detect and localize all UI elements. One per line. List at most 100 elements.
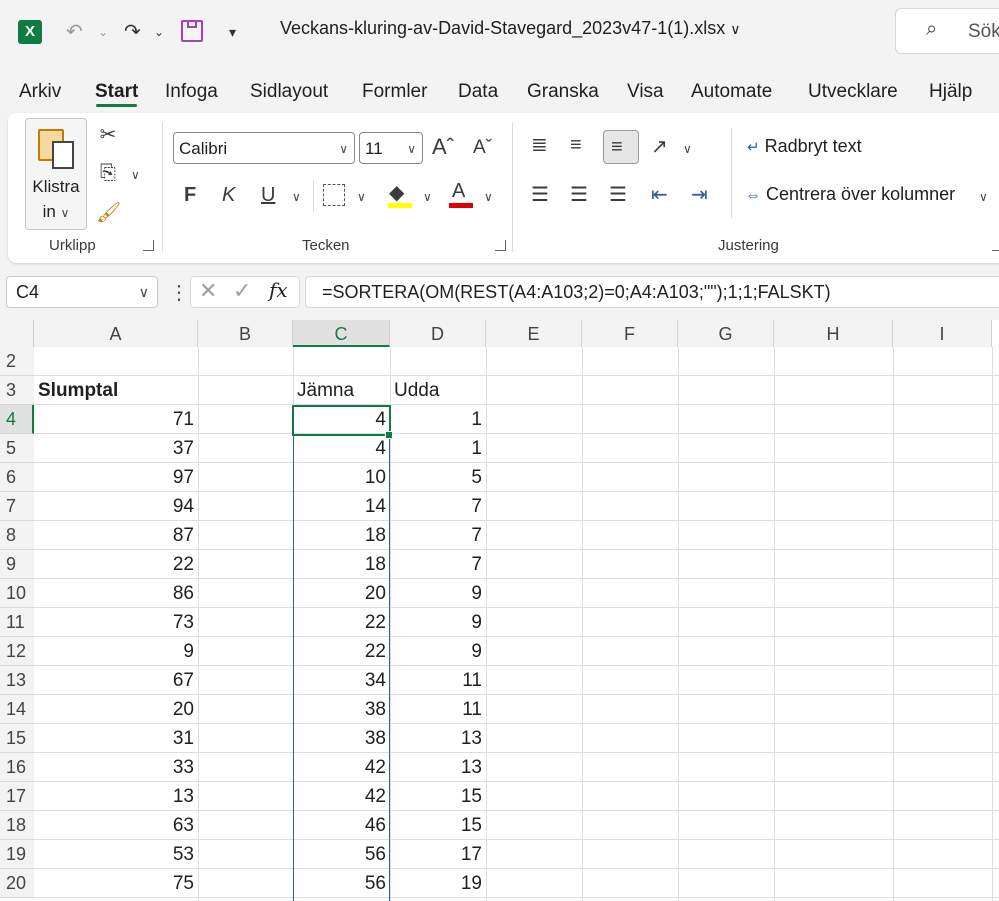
column-header-d[interactable]: D xyxy=(390,320,486,347)
row-header-5[interactable]: 5 xyxy=(0,434,34,463)
tab-granska[interactable]: Granska xyxy=(527,78,599,106)
cell-c13[interactable]: 34 xyxy=(293,666,390,695)
cell-c15[interactable]: 38 xyxy=(293,724,390,753)
cell-a13[interactable]: 67 xyxy=(34,666,198,695)
select-all-corner[interactable] xyxy=(0,320,34,347)
cell-d9[interactable]: 7 xyxy=(390,550,486,579)
fill-handle[interactable] xyxy=(385,431,393,439)
decrease-indent-icon[interactable]: ⇤ xyxy=(651,182,668,207)
tab-formler[interactable]: Formler xyxy=(362,78,427,106)
row-header-14[interactable]: 14 xyxy=(0,695,34,724)
row-header-4[interactable]: 4 xyxy=(0,405,34,434)
align-bottom-button[interactable]: ≡ xyxy=(603,130,639,164)
row-header-11[interactable]: 11 xyxy=(0,608,34,637)
cell-c8[interactable]: 18 xyxy=(293,521,390,550)
format-painter-icon[interactable]: 🖌 xyxy=(96,200,121,225)
cell-d13[interactable]: 11 xyxy=(390,666,486,695)
cell-a9[interactable]: 22 xyxy=(34,550,198,579)
cell-d11[interactable]: 9 xyxy=(390,608,486,637)
row-header-13[interactable]: 13 xyxy=(0,666,34,695)
redo-dropdown-icon[interactable]: ⌄ xyxy=(154,16,164,48)
cell-a15[interactable]: 31 xyxy=(34,724,198,753)
row-header-3[interactable]: 3 xyxy=(0,376,34,405)
decrease-font-size-icon[interactable]: Aˇ xyxy=(473,137,492,159)
column-header-a[interactable]: A xyxy=(34,320,198,347)
column-header-c[interactable]: C xyxy=(293,320,390,347)
customize-toolbar-icon[interactable]: ▾ xyxy=(229,16,236,48)
cell-c19[interactable]: 56 xyxy=(293,840,390,869)
orientation-icon[interactable]: ↗ xyxy=(651,134,668,159)
cell-a12[interactable]: 9 xyxy=(34,637,198,666)
row-header-18[interactable]: 18 xyxy=(0,811,34,840)
copy-dropdown-icon[interactable]: ∨ xyxy=(131,168,140,182)
font-color-dropdown-icon[interactable]: ∨ xyxy=(484,190,493,204)
font-launcher-icon[interactable] xyxy=(495,240,506,251)
cell-c6[interactable]: 10 xyxy=(293,463,390,492)
row-header-17[interactable]: 17 xyxy=(0,782,34,811)
orientation-dropdown-icon[interactable]: ∨ xyxy=(683,142,692,156)
cell-c17[interactable]: 42 xyxy=(293,782,390,811)
cell-d14[interactable]: 11 xyxy=(390,695,486,724)
cell-c16[interactable]: 42 xyxy=(293,753,390,782)
cell-a11[interactable]: 73 xyxy=(34,608,198,637)
row-header-7[interactable]: 7 xyxy=(0,492,34,521)
align-right-icon[interactable]: ☰ xyxy=(609,182,627,207)
row-header-19[interactable]: 19 xyxy=(0,840,34,869)
cell-a5[interactable]: 37 xyxy=(34,434,198,463)
column-header-e[interactable]: E xyxy=(486,320,582,347)
italic-button[interactable]: K xyxy=(222,184,235,207)
undo-icon[interactable]: ↶ xyxy=(66,16,83,48)
row-header-8[interactable]: 8 xyxy=(0,521,34,550)
tab-data[interactable]: Data xyxy=(458,78,498,106)
tab-sidlayout[interactable]: Sidlayout xyxy=(250,78,328,106)
cell-a10[interactable]: 86 xyxy=(34,579,198,608)
cell-d19[interactable]: 17 xyxy=(390,840,486,869)
cell-d16[interactable]: 13 xyxy=(390,753,486,782)
cell-a8[interactable]: 87 xyxy=(34,521,198,550)
cell-a4[interactable]: 71 xyxy=(34,405,198,434)
font-color-icon[interactable]: A xyxy=(452,180,465,203)
borders-icon[interactable] xyxy=(323,184,345,206)
row-header-6[interactable]: 6 xyxy=(0,463,34,492)
cell-d6[interactable]: 5 xyxy=(390,463,486,492)
increase-font-size-icon[interactable]: Aˆ xyxy=(432,134,454,160)
cell-d7[interactable]: 7 xyxy=(390,492,486,521)
row-header-2[interactable]: 2 xyxy=(0,347,34,376)
tab-infoga[interactable]: Infoga xyxy=(165,78,218,106)
row-header-10[interactable]: 10 xyxy=(0,579,34,608)
formula-input[interactable]: =SORTERA(OM(REST(A4:A103;2)=0;A4:A103;""… xyxy=(305,276,999,308)
column-header-g[interactable]: G xyxy=(678,320,774,347)
tab-hjalp[interactable]: Hjälp xyxy=(929,78,972,106)
confirm-icon[interactable]: ✓ xyxy=(233,278,251,304)
align-top-icon[interactable]: ≣ xyxy=(531,132,548,157)
save-icon[interactable] xyxy=(181,20,203,42)
cell-d5[interactable]: 1 xyxy=(390,434,486,463)
cell-d3[interactable]: Udda xyxy=(390,376,486,405)
redo-icon[interactable]: ↷ xyxy=(124,16,141,48)
cell-c18[interactable]: 46 xyxy=(293,811,390,840)
row-header-12[interactable]: 12 xyxy=(0,637,34,666)
row-header-9[interactable]: 9 xyxy=(0,550,34,579)
cell-a19[interactable]: 53 xyxy=(34,840,198,869)
search-box[interactable]: ⌕ Sök xyxy=(895,8,999,54)
increase-indent-icon[interactable]: ⇥ xyxy=(691,182,708,207)
align-middle-icon[interactable]: ≡ xyxy=(570,134,582,157)
cancel-icon[interactable]: ✕ xyxy=(199,278,217,304)
merge-center-button[interactable]: ⇔ Centrera över kolumner xyxy=(745,184,955,212)
cell-c12[interactable]: 22 xyxy=(293,637,390,666)
tab-utvecklare[interactable]: Utvecklare xyxy=(808,78,898,106)
cell-a16[interactable]: 33 xyxy=(34,753,198,782)
cell-a18[interactable]: 63 xyxy=(34,811,198,840)
cell-d20[interactable]: 19 xyxy=(390,869,486,898)
clipboard-launcher-icon[interactable] xyxy=(143,240,154,251)
cell-c20[interactable]: 56 xyxy=(293,869,390,898)
fill-color-icon[interactable]: ◆ xyxy=(389,180,404,205)
fill-color-dropdown-icon[interactable]: ∨ xyxy=(423,190,432,204)
cell-d15[interactable]: 13 xyxy=(390,724,486,753)
cell-c7[interactable]: 14 xyxy=(293,492,390,521)
paste-button[interactable]: Klistra in ∨ xyxy=(25,118,87,230)
column-header-b[interactable]: B xyxy=(198,320,293,347)
cell-d17[interactable]: 15 xyxy=(390,782,486,811)
cell-d4[interactable]: 1 xyxy=(390,405,486,434)
tab-automate[interactable]: Automate xyxy=(691,78,772,106)
